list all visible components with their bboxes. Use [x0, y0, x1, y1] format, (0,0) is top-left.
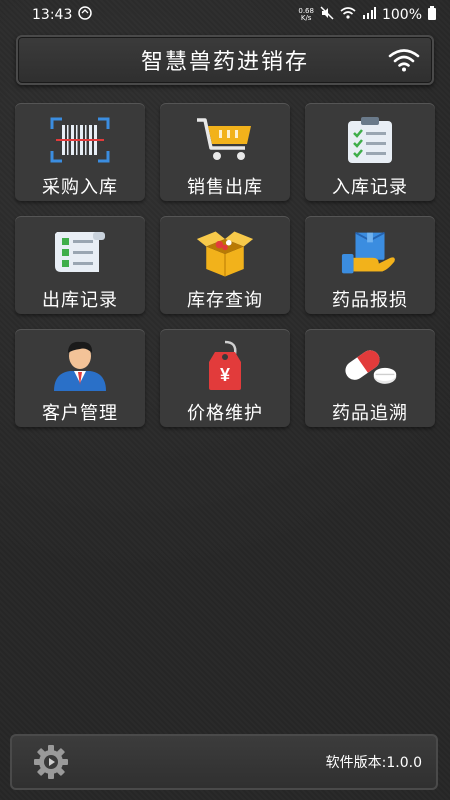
signal-icon: [362, 7, 376, 23]
app-title: 智慧兽药进销存: [140, 50, 309, 75]
menu-label: 库存查询: [187, 290, 263, 311]
wifi-status-icon: [340, 6, 356, 24]
menu-label: 药品追溯: [332, 403, 408, 424]
open-box-icon: [195, 228, 255, 278]
menu-drug-loss[interactable]: 药品报损: [305, 216, 435, 314]
menu-stock-query[interactable]: 库存查询: [160, 216, 290, 314]
status-right: 0.68 K/s 100%: [298, 6, 436, 24]
menu-label: 客户管理: [42, 403, 118, 424]
svg-text:¥: ¥: [220, 365, 230, 385]
menu-grid: 采购入库 销售出库 入库记录 出库记录 库存查询 药品报损 客户管理 ¥ 价格维…: [15, 103, 435, 427]
box-in-hand-icon: [340, 228, 400, 278]
footer-bar: 软件版本:1.0.0: [10, 734, 438, 790]
menu-sales-out[interactable]: 销售出库: [160, 103, 290, 201]
net-speed: 0.68 K/s: [298, 8, 314, 22]
status-bar: 13:43 0.68 K/s 100%: [0, 0, 450, 30]
menu-label: 出库记录: [42, 290, 118, 311]
status-time: 13:43: [32, 7, 73, 23]
net-speed-unit: K/s: [300, 14, 312, 22]
battery-icon: [428, 6, 436, 24]
mute-icon: [320, 6, 334, 24]
wifi-icon[interactable]: [388, 48, 420, 72]
menu-inbound-records[interactable]: 入库记录: [305, 103, 435, 201]
receipt-list-icon: [50, 228, 110, 278]
menu-outbound-records[interactable]: 出库记录: [15, 216, 145, 314]
settings-gear-icon[interactable]: [32, 743, 70, 781]
menu-label: 采购入库: [42, 177, 118, 198]
pill-capsule-icon: [340, 341, 400, 391]
notification-icon: [78, 6, 93, 24]
barcode-scan-icon: [50, 115, 110, 165]
shopping-cart-icon: [195, 115, 255, 165]
battery-percent: 100%: [381, 7, 422, 23]
menu-purchase-in[interactable]: 采购入库: [15, 103, 145, 201]
status-left: 13:43: [32, 6, 93, 24]
clipboard-checklist-icon: [340, 115, 400, 165]
menu-label: 药品报损: [332, 290, 408, 311]
menu-drug-trace[interactable]: 药品追溯: [305, 329, 435, 427]
app-version: 软件版本:1.0.0: [325, 755, 422, 771]
menu-price-maintenance[interactable]: ¥ 价格维护: [160, 329, 290, 427]
menu-label: 入库记录: [332, 177, 408, 198]
app-header: 智慧兽药进销存: [16, 35, 434, 85]
menu-label: 价格维护: [187, 403, 263, 424]
businessman-icon: [50, 341, 110, 391]
menu-customer-management[interactable]: 客户管理: [15, 329, 145, 427]
menu-label: 销售出库: [187, 177, 263, 198]
price-tag-icon: ¥: [195, 340, 255, 391]
